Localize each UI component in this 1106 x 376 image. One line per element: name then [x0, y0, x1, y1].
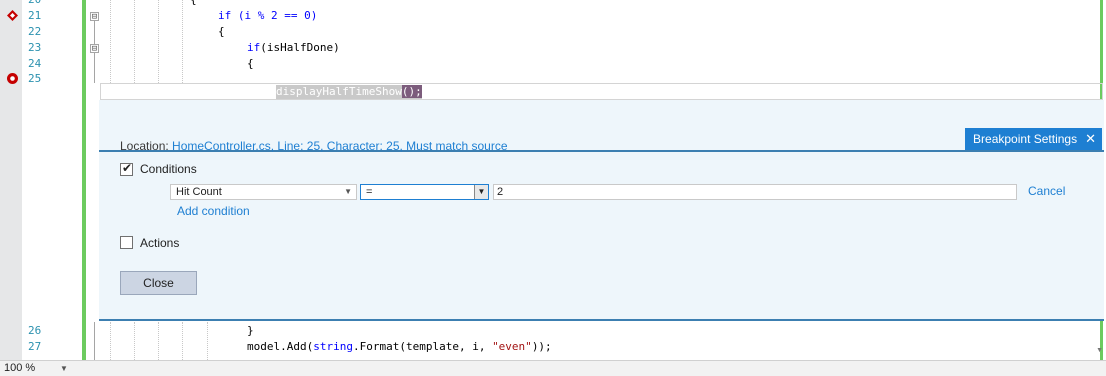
check-icon: ✔: [122, 161, 133, 175]
chevron-down-icon[interactable]: ▼: [60, 364, 68, 373]
breakpoint-settings-panel: [99, 100, 1104, 321]
location-link[interactable]: HomeController.cs, Line: 25, Character: …: [172, 139, 507, 153]
indent-guide: [134, 322, 135, 360]
code-keyword: if (i % 2 == 0): [218, 9, 318, 22]
indent-guide: [110, 0, 111, 83]
indent-guide: [182, 322, 183, 360]
code-line: model.Add(string.Format(template, i, "ev…: [247, 340, 552, 354]
indent-guide: [158, 322, 159, 360]
scroll-down-arrow-icon[interactable]: ▼: [1096, 347, 1103, 354]
condition-type-value: Hit Count: [176, 186, 222, 198]
code-call-parens: ();: [401, 85, 422, 98]
indent-guide: [207, 322, 208, 360]
glyph-margin[interactable]: [0, 0, 22, 360]
code-line: {: [247, 57, 254, 70]
chevron-down-icon: ▼: [344, 187, 352, 196]
zoom-level[interactable]: 100 %: [4, 362, 35, 374]
code-string: "even": [492, 340, 532, 353]
outline-guide: [94, 21, 95, 44]
code-line: {: [190, 0, 197, 7]
code-keyword: string: [313, 340, 353, 353]
code-text: (isHalfDone): [260, 41, 340, 54]
condition-operator-select[interactable]: = ▼: [360, 184, 489, 200]
indent-guide: [182, 0, 183, 83]
condition-value-input[interactable]: 2: [493, 184, 1017, 200]
indent-guide: [134, 0, 135, 83]
code-line: {: [218, 25, 225, 38]
conditions-checkbox[interactable]: ✔: [120, 161, 133, 176]
breakpoint-conditional-icon[interactable]: [7, 10, 18, 21]
line-number: 25: [28, 72, 42, 85]
condition-operator-value: =: [366, 186, 373, 198]
line-number: 20: [28, 0, 41, 7]
breakpoint-statement-highlight[interactable]: displayHalfTimeShow();: [276, 85, 422, 99]
conditions-label: Conditions: [140, 162, 197, 176]
close-icon[interactable]: ✕: [1085, 131, 1096, 146]
line-number: 23: [28, 41, 42, 54]
code-keyword: if: [247, 41, 261, 54]
breakpoint-location: Location: HomeController.cs, Line: 25, C…: [120, 139, 508, 153]
code-call: displayHalfTimeShow: [276, 85, 402, 98]
current-line-highlight: [100, 83, 1103, 100]
cancel-link[interactable]: Cancel: [1028, 184, 1065, 198]
line-number: 21: [28, 9, 42, 22]
breakpoint-settings-title: Breakpoint Settings: [973, 132, 1078, 146]
code-line: if (i % 2 == 0): [218, 9, 317, 23]
indent-guide: [110, 322, 111, 360]
close-button[interactable]: Close: [120, 271, 197, 295]
actions-label: Actions: [140, 236, 180, 250]
add-condition-link[interactable]: Add condition: [177, 204, 250, 218]
outline-guide: [94, 53, 95, 83]
breakpoint-icon[interactable]: [7, 73, 18, 84]
code-text: ));: [531, 340, 552, 353]
line-number: 24: [28, 57, 42, 70]
code-text: model.Add(: [247, 340, 314, 353]
condition-type-select[interactable]: Hit Count ▼: [170, 184, 357, 200]
actions-checkbox[interactable]: [120, 236, 133, 249]
collapse-outline-icon[interactable]: ⊟: [90, 12, 99, 22]
code-line: if(isHalfDone): [247, 41, 340, 55]
code-line: }: [247, 324, 254, 337]
line-number: 22: [28, 25, 42, 38]
breakpoint-settings-tab[interactable]: Breakpoint Settings ✕: [965, 128, 1102, 150]
indent-guide: [158, 0, 159, 83]
code-text: .Format(template, i,: [352, 340, 493, 353]
status-bar: 100 % ▼: [0, 360, 1106, 376]
line-number: 26: [28, 324, 42, 337]
outline-guide: [94, 322, 95, 360]
chevron-down-icon: ▼: [474, 185, 488, 199]
change-tracking-bar: [82, 0, 86, 360]
location-label: Location:: [120, 139, 169, 153]
collapse-outline-icon[interactable]: ⊟: [90, 44, 99, 54]
line-number: 27: [28, 340, 42, 353]
